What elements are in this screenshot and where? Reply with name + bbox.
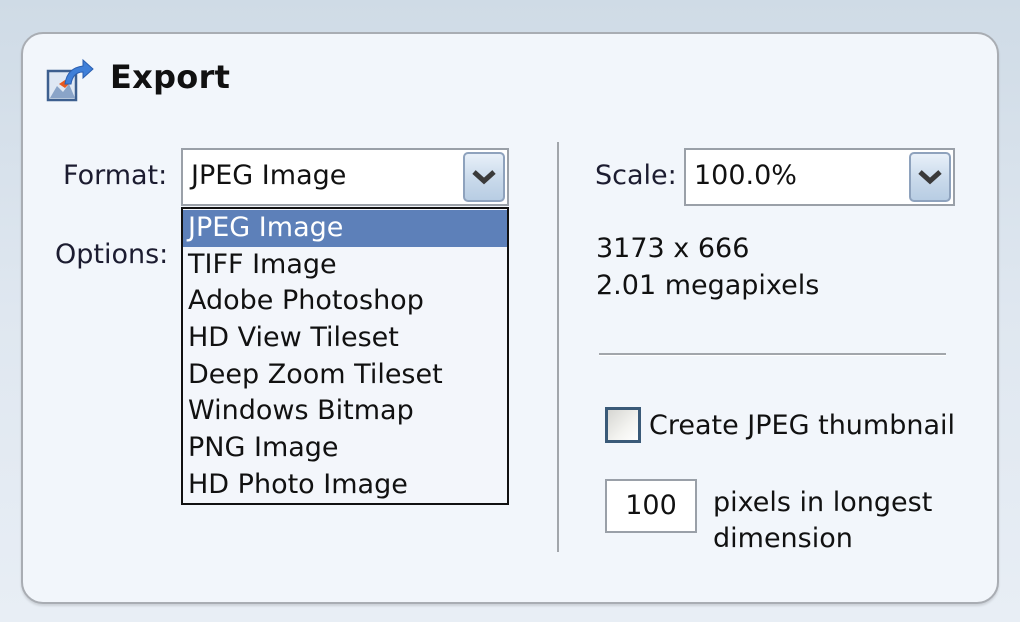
format-option-deep-zoom-tileset[interactable]: Deep Zoom Tileset bbox=[183, 357, 507, 394]
horizontal-divider bbox=[599, 353, 946, 355]
format-option-jpeg[interactable]: JPEG Image bbox=[183, 210, 507, 247]
scale-select[interactable]: 100.0% bbox=[684, 148, 955, 206]
create-thumbnail-checkbox[interactable] bbox=[605, 407, 641, 443]
scale-label: Scale: bbox=[595, 160, 677, 191]
export-image-icon bbox=[46, 58, 94, 102]
format-dropdown-button[interactable] bbox=[463, 152, 505, 202]
format-select-value: JPEG Image bbox=[191, 160, 347, 191]
format-option-hd-view-tileset[interactable]: HD View Tileset bbox=[183, 320, 507, 357]
image-dimensions: 3173 x 666 bbox=[596, 233, 750, 264]
export-panel bbox=[21, 32, 999, 604]
format-option-windows-bitmap[interactable]: Windows Bitmap bbox=[183, 393, 507, 430]
thumbnail-size-label-line1: pixels in longest bbox=[713, 487, 933, 518]
format-option-hd-photo[interactable]: HD Photo Image bbox=[183, 467, 507, 504]
options-label: Options: bbox=[55, 239, 169, 270]
chevron-down-icon bbox=[918, 170, 942, 185]
thumbnail-size-label-line2: dimension bbox=[713, 523, 853, 554]
image-megapixels: 2.01 megapixels bbox=[596, 270, 820, 301]
chevron-down-icon bbox=[472, 170, 496, 185]
format-option-tiff[interactable]: TIFF Image bbox=[183, 247, 507, 284]
page-title: Export bbox=[110, 58, 231, 96]
format-label: Format: bbox=[63, 160, 168, 191]
vertical-divider bbox=[557, 142, 559, 552]
thumbnail-size-input[interactable]: 100 bbox=[605, 479, 697, 533]
scale-select-value: 100.0% bbox=[694, 160, 797, 191]
scale-dropdown-button[interactable] bbox=[909, 152, 951, 202]
create-thumbnail-label[interactable]: Create JPEG thumbnail bbox=[649, 410, 955, 441]
format-dropdown-list: JPEG Image TIFF Image Adobe Photoshop HD… bbox=[181, 207, 509, 505]
format-option-png[interactable]: PNG Image bbox=[183, 430, 507, 467]
format-select[interactable]: JPEG Image bbox=[181, 148, 509, 206]
format-option-photoshop[interactable]: Adobe Photoshop bbox=[183, 283, 507, 320]
